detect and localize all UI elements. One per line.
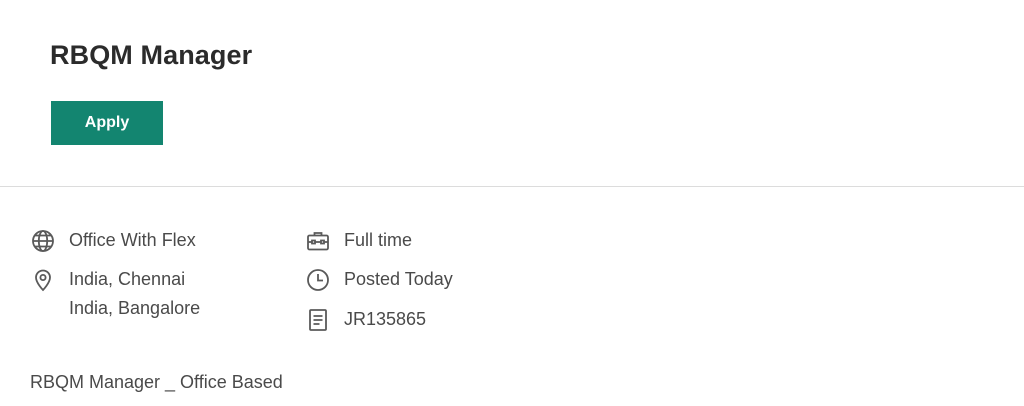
- job-id-item: JR135865: [306, 308, 426, 334]
- globe-icon: [31, 229, 55, 253]
- posted-item: Posted Today: [306, 268, 453, 294]
- document-icon: [306, 308, 330, 332]
- employment-type-text: Full time: [344, 230, 413, 250]
- divider: [0, 186, 1024, 187]
- location-text: India, Bangalore: [69, 298, 201, 318]
- description-heading: RBQM Manager _ Office Based: [30, 372, 283, 392]
- location-pin-icon: [31, 268, 55, 292]
- location-item: India, Chennai India, Bangalore: [31, 268, 200, 323]
- work-type-text: Office With Flex: [69, 230, 196, 250]
- job-id-text: JR135865: [344, 309, 427, 329]
- employment-type-item: Full time: [306, 229, 412, 255]
- work-type-item: Office With Flex: [31, 229, 196, 255]
- apply-button[interactable]: Apply: [51, 101, 163, 145]
- posted-text: Posted Today: [344, 269, 453, 289]
- job-title: RBQM Manager: [50, 40, 253, 70]
- location-text: India, Chennai: [69, 269, 186, 289]
- briefcase-icon: [306, 229, 330, 253]
- job-header: RBQM Manager Apply: [0, 0, 1024, 186]
- clock-icon: [306, 268, 330, 292]
